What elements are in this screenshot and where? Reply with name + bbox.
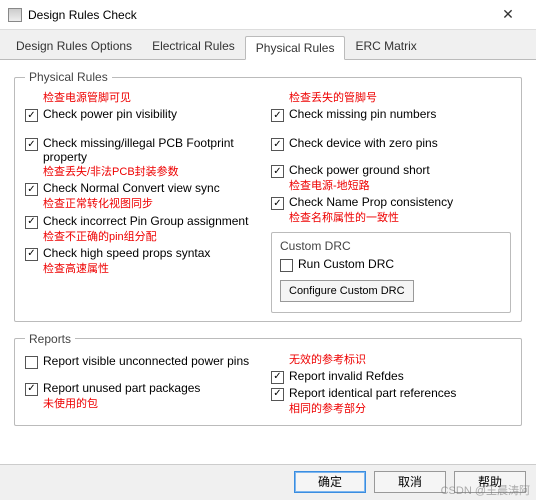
lbl-pin-group: Check incorrect Pin Group assignment: [43, 214, 248, 228]
tab-physical-rules[interactable]: Physical Rules: [245, 36, 346, 60]
physical-left-col: 检查电源管脚可见 ✓ Check power pin visibility ✓ Ch…: [25, 90, 265, 313]
lbl-missing-pin-numbers: Check missing pin numbers: [289, 107, 436, 121]
chk-high-speed[interactable]: ✓: [25, 248, 38, 261]
reports-group: Reports Report visible unconnected power…: [14, 332, 522, 426]
physical-right-col: 检查丢失的管脚号 ✓ Check missing pin numbers ✓ Che…: [271, 90, 511, 313]
window-title: Design Rules Check: [28, 8, 488, 22]
lbl-run-custom-drc: Run Custom DRC: [298, 257, 394, 271]
chk-power-pin-visibility[interactable]: ✓: [25, 109, 38, 122]
reports-left-col: Report visible unconnected power pins ✓ R…: [25, 352, 265, 417]
physical-rules-group: Physical Rules 检查电源管脚可见 ✓ Check power pin…: [14, 70, 522, 322]
chk-report-identical-refs[interactable]: ✓: [271, 388, 284, 401]
lbl-report-identical-refs: Report identical part references: [289, 386, 456, 400]
lbl-report-invalid-refdes: Report invalid Refdes: [289, 369, 404, 383]
tab-design-rules-options[interactable]: Design Rules Options: [6, 35, 142, 59]
note-name-prop: 检查名称属性的一致性: [289, 212, 511, 225]
chk-power-ground-short[interactable]: ✓: [271, 165, 284, 178]
chk-pin-group[interactable]: ✓: [25, 216, 38, 229]
lbl-normal-convert-sync: Check Normal Convert view sync: [43, 181, 220, 195]
lbl-zero-pins: Check device with zero pins: [289, 136, 438, 150]
physical-rules-legend: Physical Rules: [25, 70, 112, 84]
note-normal-convert-sync: 检查正常转化视图同步: [43, 198, 265, 211]
note-power-pin-vis: 检查电源管脚可见: [43, 92, 265, 105]
chk-missing-pin-numbers[interactable]: ✓: [271, 109, 284, 122]
chk-normal-convert-sync[interactable]: ✓: [25, 183, 38, 196]
reports-legend: Reports: [25, 332, 75, 346]
chk-missing-footprint[interactable]: ✓: [25, 138, 38, 151]
note-pin-group: 检查不正确的pin组分配: [43, 231, 265, 244]
cancel-button[interactable]: 取消: [374, 471, 446, 493]
note-missing-pin-num: 检查丢失的管脚号: [289, 92, 511, 105]
titlebar: Design Rules Check ✕: [0, 0, 536, 30]
custom-drc-group: Custom DRC Run Custom DRC Configure Cust…: [271, 232, 511, 313]
chk-report-unused-packages[interactable]: ✓: [25, 383, 38, 396]
lbl-missing-footprint: Check missing/illegal PCB Footprint prop…: [43, 136, 265, 164]
chk-run-custom-drc[interactable]: [280, 259, 293, 272]
chk-report-invalid-refdes[interactable]: ✓: [271, 371, 284, 384]
lbl-power-ground-short: Check power ground short: [289, 163, 430, 177]
custom-drc-legend: Custom DRC: [280, 239, 502, 253]
app-icon: [8, 8, 22, 22]
note-unused-packages: 未使用的包: [43, 398, 265, 411]
ok-button[interactable]: 确定: [294, 471, 366, 493]
lbl-high-speed: Check high speed props syntax: [43, 246, 210, 260]
chk-name-prop[interactable]: ✓: [271, 197, 284, 210]
lbl-power-pin-visibility: Check power pin visibility: [43, 107, 177, 121]
note-missing-footprint: 检查丢失/非法PCB封装参数: [43, 166, 265, 179]
chk-report-unconnected-power[interactable]: [25, 356, 38, 369]
tab-erc-matrix[interactable]: ERC Matrix: [345, 35, 426, 59]
tab-strip: Design Rules Options Electrical Rules Ph…: [0, 30, 536, 60]
note-identical-refs: 相同的参考部分: [289, 403, 511, 416]
configure-custom-drc-button[interactable]: Configure Custom DRC: [280, 280, 414, 302]
note-high-speed: 检查高速属性: [43, 263, 265, 276]
lbl-report-unused-packages: Report unused part packages: [43, 381, 200, 395]
lbl-report-unconnected-power: Report visible unconnected power pins: [43, 354, 249, 368]
reports-right-col: 无效的参考标识 ✓ Report invalid Refdes ✓ Report i…: [271, 352, 511, 417]
content-area: Physical Rules 检查电源管脚可见 ✓ Check power pin…: [0, 60, 536, 464]
button-bar: 确定 取消 帮助: [0, 464, 536, 498]
tab-electrical-rules[interactable]: Electrical Rules: [142, 35, 245, 59]
note-invalid-refdes: 无效的参考标识: [289, 354, 511, 367]
help-button[interactable]: 帮助: [454, 471, 526, 493]
chk-zero-pins[interactable]: ✓: [271, 138, 284, 151]
note-power-ground-short: 检查电源-地短路: [289, 180, 511, 193]
lbl-name-prop: Check Name Prop consistency: [289, 195, 453, 209]
close-icon[interactable]: ✕: [488, 1, 528, 29]
